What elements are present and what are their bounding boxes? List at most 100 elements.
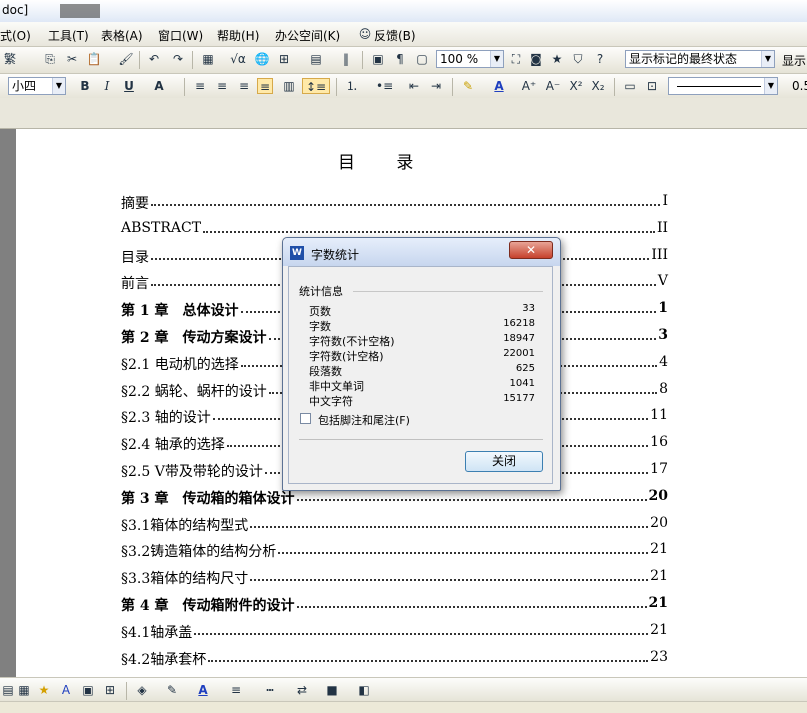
chart-icon[interactable]: ‖	[338, 51, 354, 67]
zoom-value: 100 %	[440, 52, 479, 66]
increase-indent-icon[interactable]: ⇥	[428, 78, 444, 94]
justify-icon[interactable]: ≡	[257, 78, 273, 94]
insert-table-icon[interactable]: ▦	[200, 51, 216, 67]
stat-row-paragraphs: 段落数 625	[309, 363, 535, 378]
close-icon[interactable]: ✕	[509, 241, 553, 259]
toc-entry-label: §2.5 V带及带轮的设计	[121, 464, 263, 480]
wordart-icon[interactable]: A	[58, 682, 74, 698]
toc-entry-label: ABSTRACT	[121, 219, 202, 236]
font-effect-icon[interactable]: A	[151, 78, 167, 94]
help-icon[interactable]: ?	[592, 51, 608, 67]
formatting-toolbar: 小四 ▼ B I U A ≡ ≡ ≡ ≡ ▥ ↕≡ ⒈ •≡ ⇤ ⇥ ✎ A A…	[0, 74, 807, 101]
stats-group-label: 统计信息	[299, 285, 343, 298]
table-icon[interactable]: ⊞	[276, 51, 292, 67]
font-size-combo[interactable]: 小四 ▼	[8, 77, 66, 95]
fill-color-icon[interactable]: ◈	[134, 682, 150, 698]
chevron-down-icon[interactable]: ▼	[490, 51, 503, 67]
drawing-toolbar: ▤ ▦ ★ A ▣ ⊞ ◈ ✎ A ≡ ┅ ⇄ ■ ◧	[0, 677, 807, 702]
toc-entry: §4.2轴承套杯 23	[121, 649, 678, 669]
redo-icon[interactable]: ↷	[170, 51, 186, 67]
numbering-icon[interactable]: ⒈	[344, 78, 360, 94]
stat-label: 页数	[309, 305, 331, 318]
include-footnotes-label[interactable]: 包括脚注和尾注(F)	[318, 412, 410, 428]
image-icon[interactable]: ▤	[0, 682, 16, 698]
chevron-down-icon[interactable]: ▼	[764, 78, 777, 94]
menu-format[interactable]: 式(O)	[0, 27, 31, 44]
close-button[interactable]: 关闭	[465, 451, 543, 472]
copy-icon[interactable]: ⎘	[42, 51, 58, 67]
font-color-icon[interactable]: A	[491, 78, 507, 94]
italic-icon[interactable]: I	[99, 78, 115, 94]
toc-entry-label: §3.3箱体的结构尺寸	[121, 571, 249, 588]
line-weight-icon[interactable]: ≡	[228, 682, 244, 698]
toc-leader-dots	[208, 649, 649, 662]
columns-icon[interactable]: ▤	[308, 51, 324, 67]
line-color-icon[interactable]: ✎	[164, 682, 180, 698]
3d-icon[interactable]: ◧	[356, 682, 372, 698]
binoculars-icon[interactable]: ⛶	[508, 51, 524, 67]
app-logo-icon: W	[290, 246, 304, 260]
print-preview-icon[interactable]: ▢	[414, 51, 430, 67]
bold-icon[interactable]: B	[77, 78, 93, 94]
table-icon[interactable]: ▦	[16, 682, 32, 698]
zoom-combo[interactable]: 100 % ▼	[436, 50, 504, 68]
menu-window[interactable]: 窗口(W)	[158, 27, 203, 44]
star-icon[interactable]: ★	[549, 51, 565, 67]
toc-page-number: 11	[650, 407, 668, 424]
stat-label: 非中文单词	[309, 380, 364, 393]
decrease-indent-icon[interactable]: ⇤	[406, 78, 422, 94]
font-color-icon[interactable]: A	[195, 682, 211, 698]
toc-entry-label: 第 3 章 传动箱的箱体设计	[121, 490, 295, 507]
format-painter-icon[interactable]: 🖌	[118, 51, 134, 67]
chevron-down-icon[interactable]: ▼	[52, 78, 65, 94]
help-tool-icon[interactable]: ◙	[528, 51, 544, 67]
align-left-icon[interactable]: ≡	[192, 78, 208, 94]
superscript-icon[interactable]: X²	[568, 78, 584, 94]
menu-help[interactable]: 帮助(H)	[217, 27, 259, 44]
include-footnotes-checkbox[interactable]	[300, 413, 311, 424]
underline-icon[interactable]: U	[121, 78, 137, 94]
bullets-icon[interactable]: •≡	[376, 78, 393, 94]
align-right-icon[interactable]: ≡	[236, 78, 252, 94]
arrow-style-icon[interactable]: ⇄	[294, 682, 310, 698]
blurred-region	[60, 4, 100, 18]
separator	[192, 51, 193, 69]
align-center-icon[interactable]: ≡	[214, 78, 230, 94]
shirt-icon[interactable]: ⛉	[570, 51, 586, 67]
traditional-chinese-icon[interactable]: 繁	[2, 51, 18, 67]
insert-textbox-icon[interactable]: ▭	[622, 78, 638, 94]
menu-office-space[interactable]: 办公空间(K)	[275, 27, 340, 44]
line-style-combo[interactable]: ▼	[668, 77, 778, 95]
cut-icon[interactable]: ✂	[64, 51, 80, 67]
dash-style-icon[interactable]: ┅	[262, 682, 278, 698]
border-icon[interactable]: ⊡	[644, 78, 660, 94]
stat-row-non-chinese-words: 非中文单词 1041	[309, 378, 535, 393]
line-style-preview	[677, 86, 761, 87]
stat-label: 字符数(计空格)	[309, 350, 384, 363]
diagram-icon[interactable]: ⊞	[102, 682, 118, 698]
menu-tools[interactable]: 工具(T)	[48, 27, 89, 44]
picture-icon[interactable]: ▣	[80, 682, 96, 698]
line-weight-value[interactable]: 0.5	[792, 79, 807, 93]
dialog-title-bar[interactable]: W 字数统计 ✕	[283, 238, 560, 266]
shadow-icon[interactable]: ■	[324, 682, 340, 698]
grow-font-icon[interactable]: A⁺	[521, 78, 537, 94]
menu-feedback[interactable]: 反馈(B)	[374, 27, 416, 44]
document-map-icon[interactable]: ▣	[370, 51, 386, 67]
markup-display-combo[interactable]: 显示标记的最终状态 ▼	[625, 50, 775, 68]
line-spacing-icon[interactable]: ↕≡	[302, 78, 330, 94]
distribute-icon[interactable]: ▥	[281, 78, 297, 94]
clipart-icon[interactable]: ★	[36, 682, 52, 698]
show-hide-icon[interactable]: ¶	[392, 51, 408, 67]
hyperlink-icon[interactable]: 🌐	[254, 51, 270, 67]
show-menu[interactable]: 显示	[782, 52, 806, 69]
formula-icon[interactable]: √α	[230, 51, 246, 67]
subscript-icon[interactable]: X₂	[590, 78, 606, 94]
shrink-font-icon[interactable]: A⁻	[545, 78, 561, 94]
highlight-icon[interactable]: ✎	[460, 78, 476, 94]
menu-table[interactable]: 表格(A)	[101, 27, 143, 44]
chevron-down-icon[interactable]: ▼	[761, 51, 774, 67]
undo-icon[interactable]: ↶	[146, 51, 162, 67]
paste-icon[interactable]: 📋	[86, 51, 102, 67]
toc-entry: 摘要 I	[121, 193, 678, 213]
